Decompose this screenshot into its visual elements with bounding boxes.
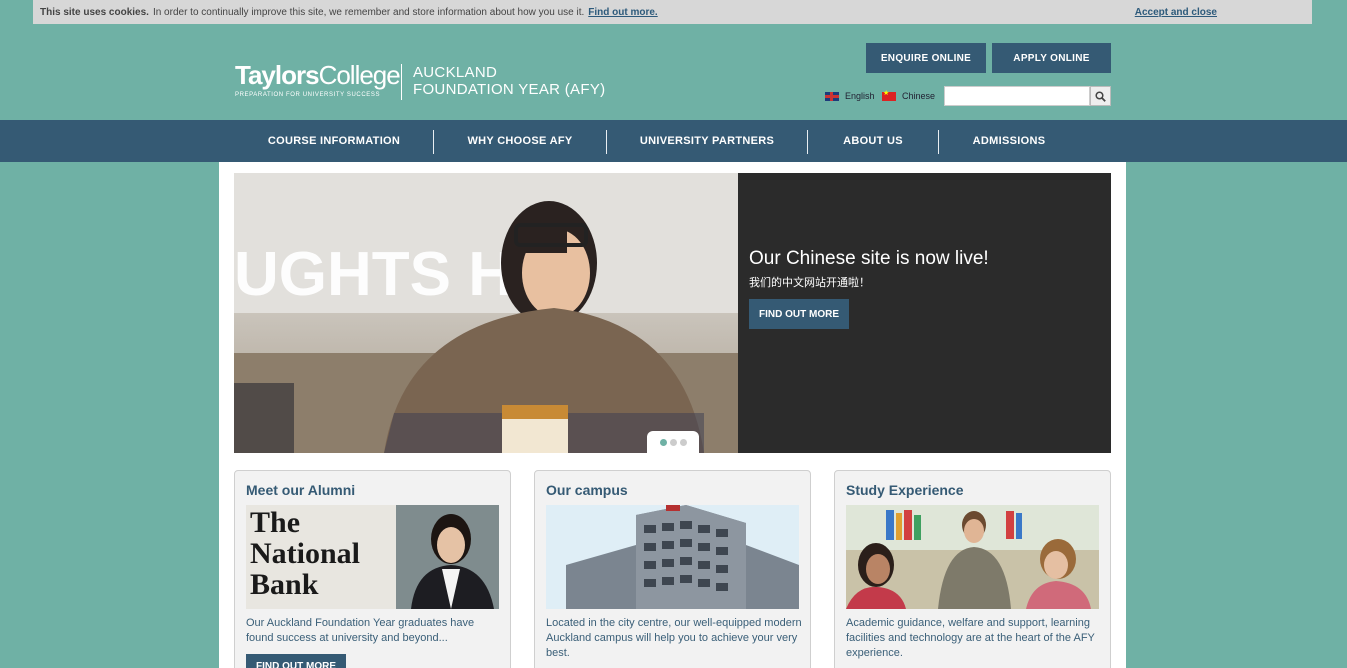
card-image (546, 505, 799, 609)
uk-flag-icon (825, 91, 839, 101)
logo[interactable]: TaylorsCollege (235, 60, 401, 91)
alumni-photo: The National Bank (246, 505, 499, 609)
logo-sub-line2: FOUNDATION YEAR (AFY) (413, 81, 606, 98)
nav-course-information[interactable]: COURSE INFORMATION (234, 120, 434, 162)
hero-find-out-more-button[interactable]: FIND OUT MORE (749, 299, 849, 329)
slider-dot-3[interactable] (679, 438, 687, 446)
hero-image: UGHTS HAT (234, 173, 738, 453)
card-title[interactable]: Meet our Alumni (246, 482, 355, 498)
search-button[interactable] (1090, 86, 1111, 106)
card-text: Located in the city centre, our well-equ… (546, 617, 802, 659)
cookie-text: In order to continually improve this sit… (152, 6, 585, 18)
cookie-bar: This site uses cookies. In order to cont… (33, 0, 1312, 24)
china-flag-icon (882, 89, 896, 101)
campus-photo (546, 505, 799, 609)
lang-chinese-label: Chinese (902, 91, 936, 101)
nav-why-choose-afy[interactable]: WHY CHOOSE AFY (434, 120, 606, 162)
card-image (846, 505, 1099, 609)
alumni-sign-text: The National Bank (250, 507, 361, 601)
card-study-experience: Study Experience Academic guidance, welf… (834, 470, 1111, 668)
card-image: The National Bank (246, 505, 499, 609)
main-nav: COURSE INFORMATION WHY CHOOSE AFY UNIVER… (0, 120, 1347, 162)
cookie-accept-link[interactable]: Accept and close (1135, 7, 1217, 18)
hero-photo: UGHTS HAT (234, 173, 738, 453)
hero-title: Our Chinese site is now live! (749, 248, 989, 269)
card-find-out-more-button[interactable]: FIND OUT MORE (246, 654, 346, 668)
search-icon (1095, 90, 1106, 102)
card-title[interactable]: Our campus (546, 482, 628, 498)
card-text: Our Auckland Foundation Year graduates h… (246, 617, 475, 644)
apply-online-button[interactable]: APPLY ONLINE (992, 43, 1111, 73)
card-title[interactable]: Study Experience (846, 482, 964, 498)
card-text: Academic guidance, welfare and support, … (846, 617, 1095, 659)
lang-chinese[interactable]: Chinese (882, 89, 936, 101)
logo-brand-light: College (318, 60, 401, 90)
slider-dot-1[interactable] (659, 438, 667, 446)
nav-university-partners[interactable]: UNIVERSITY PARTNERS (607, 120, 807, 162)
search-input[interactable] (944, 86, 1090, 106)
logo-tagline: PREPARATION FOR UNIVERSITY SUCCESS (235, 92, 381, 98)
card-alumni: Meet our Alumni The National Bank Our Au… (234, 470, 511, 668)
logo-subtitle: AUCKLAND FOUNDATION YEAR (AFY) (413, 64, 605, 98)
enquire-online-button[interactable]: ENQUIRE ONLINE (866, 43, 986, 73)
logo-divider (401, 64, 402, 100)
slider-dots (647, 431, 699, 453)
card-campus: Our campus Located in the city centre, o… (534, 470, 811, 668)
hero-subtitle: 我们的中文网站开通啦！ (749, 277, 870, 289)
nav-about-us[interactable]: ABOUT US (808, 120, 938, 162)
logo-brand-bold: Taylors (235, 60, 320, 90)
lang-english-label: English (845, 91, 875, 101)
cookie-find-out-link[interactable]: Find out more. (588, 7, 657, 18)
nav-admissions[interactable]: ADMISSIONS (939, 120, 1079, 162)
study-photo (846, 505, 1099, 609)
lang-english[interactable]: English (825, 91, 875, 101)
logo-sub-line1: AUCKLAND (413, 64, 498, 81)
slider-dot-2[interactable] (669, 438, 677, 446)
cookie-bold-text: This site uses cookies. (40, 6, 149, 18)
